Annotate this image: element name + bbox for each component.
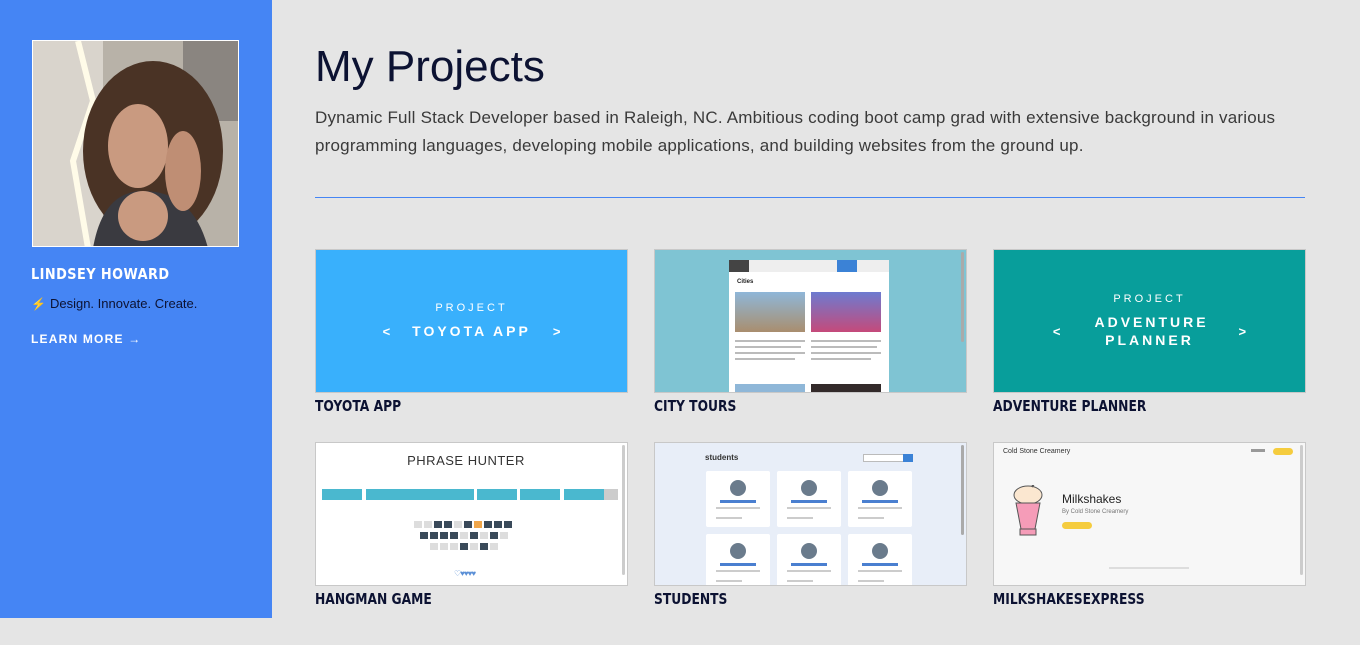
search-icon — [903, 454, 913, 462]
students-heading: students — [705, 453, 739, 462]
milkshake-icon — [1013, 485, 1043, 536]
learn-more-link[interactable]: LEARN MORE → — [31, 332, 141, 346]
brand-label: Cold Stone Creamery — [1003, 448, 1071, 455]
project-thumbnail[interactable]: students — [654, 442, 967, 586]
project-card-students[interactable]: students STUDENTS — [654, 442, 967, 608]
prev-arrow-icon[interactable]: < — [383, 324, 391, 339]
tagline-text: Design. Innovate. Create. — [49, 296, 198, 311]
intro-text: Dynamic Full Stack Developer based in Ra… — [315, 108, 1276, 155]
profile-name: LINDSEY HOWARD — [31, 265, 170, 283]
project-title[interactable]: MILKSHAKESEXPRESS — [993, 590, 1250, 608]
project-thumbnail[interactable]: PHRASE HUNTER ♡♥♥♥♥ — [315, 442, 628, 586]
lives-hearts-icon: ♡♥♥♥♥ — [454, 569, 476, 578]
milkshakes-subtitle: By Cold Stone Creamery — [1062, 509, 1129, 515]
page-title: My Projects — [315, 42, 545, 91]
divider — [315, 197, 1305, 198]
profile-photo — [32, 40, 239, 247]
project-card-hangman[interactable]: PHRASE HUNTER ♡♥♥♥♥ HANGMAN GAME — [315, 442, 628, 608]
project-thumbnail[interactable]: PROJECT < ADVENTURE PLANNER > — [993, 249, 1306, 393]
project-title[interactable]: CITY TOURS — [654, 397, 911, 415]
tagline: ⚡ Design. Innovate. Create. — [31, 296, 197, 311]
next-arrow-icon[interactable]: > — [1239, 324, 1247, 339]
project-thumbnail[interactable]: PROJECT < TOYOTA APP > — [315, 249, 628, 393]
milkshakes-heading: Milkshakes — [1062, 492, 1122, 506]
project-title[interactable]: HANGMAN GAME — [315, 590, 572, 608]
hangman-heading: PHRASE HUNTER — [407, 453, 525, 468]
city-heading: Cities — [737, 279, 754, 285]
next-arrow-icon[interactable]: > — [553, 324, 561, 339]
prev-arrow-icon[interactable]: < — [1053, 324, 1061, 339]
city-image — [811, 292, 881, 332]
project-title[interactable]: STUDENTS — [654, 590, 911, 608]
banner-name: ADVENTURE PLANNER — [1094, 314, 1209, 348]
project-thumbnail[interactable]: Cold Stone Creamery Milkshakes By Cold S… — [993, 442, 1306, 586]
city-image — [735, 292, 805, 332]
project-card-city-tours[interactable]: Cities CITY TOURS — [654, 249, 967, 415]
banner-label: PROJECT — [1113, 293, 1186, 305]
banner-label: PROJECT — [435, 302, 508, 314]
signup-pill — [1273, 448, 1293, 455]
sidebar: LINDSEY HOWARD ⚡ Design. Innovate. Create… — [0, 0, 272, 618]
project-card-milkshakes[interactable]: Cold Stone Creamery Milkshakes By Cold S… — [993, 442, 1306, 608]
order-pill — [1062, 522, 1092, 529]
bolt-icon: ⚡ — [31, 297, 46, 311]
project-card-toyota[interactable]: PROJECT < TOYOTA APP > TOYOTA APP — [315, 249, 628, 415]
banner-name: TOYOTA APP — [412, 323, 531, 339]
project-card-adventure-planner[interactable]: PROJECT < ADVENTURE PLANNER > ADVENTURE … — [993, 249, 1306, 415]
project-thumbnail[interactable]: Cities — [654, 249, 967, 393]
project-title[interactable]: ADVENTURE PLANNER — [993, 397, 1250, 415]
project-title[interactable]: TOYOTA APP — [315, 397, 572, 415]
city-window: Cities — [729, 260, 889, 392]
